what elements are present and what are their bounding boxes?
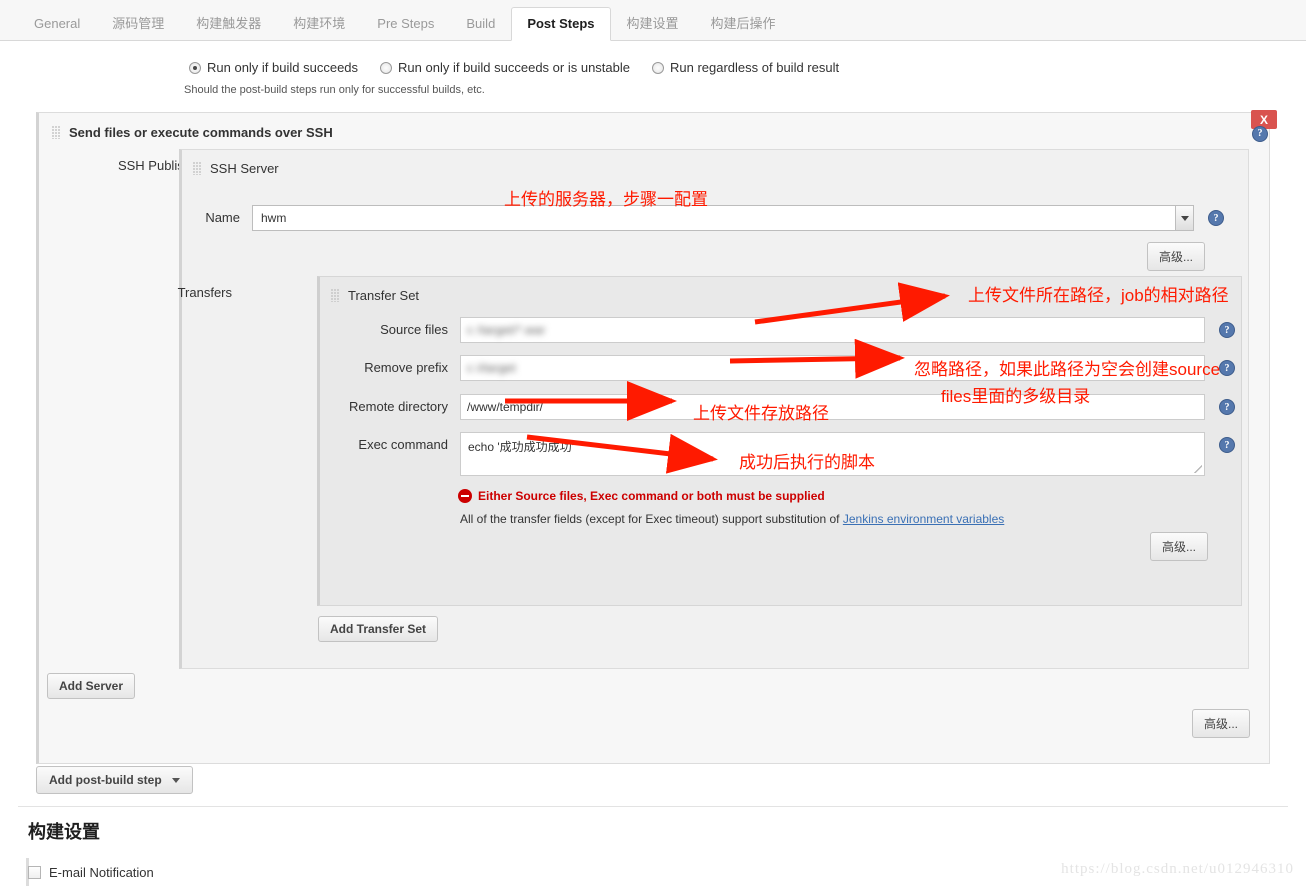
radio-label: Run only if build succeeds	[207, 60, 359, 75]
add-post-build-step-button[interactable]: Add post-build step	[36, 766, 193, 794]
tab-pre-steps[interactable]: Pre Steps	[361, 7, 450, 40]
run-condition-help-text: Should the post-build steps run only for…	[184, 84, 485, 96]
tabstrip: General 源码管理 构建触发器 构建环境 Pre Steps Build …	[18, 7, 792, 41]
tab-post-build-actions[interactable]: 构建后操作	[695, 7, 792, 40]
tab-build-settings[interactable]: 构建设置	[611, 7, 695, 40]
ssh-server-name-row: Name hwm ?	[102, 205, 1224, 231]
ssh-block-title: Send files or execute commands over SSH	[52, 125, 333, 140]
transfer-set-error: Either Source files, Exec command or bot…	[458, 489, 825, 503]
ssh-server-advanced-wrap: 高级...	[1147, 242, 1206, 271]
help-icon[interactable]: ?	[1208, 210, 1224, 226]
add-server-wrap: Add Server	[47, 673, 136, 699]
transfer-set-panel: Transfer Set Source files c /target/*.wa…	[317, 276, 1242, 606]
radio-label: Run regardless of build result	[670, 60, 840, 75]
radio-button-icon[interactable]	[380, 61, 393, 74]
source-files-label: Source files	[380, 322, 448, 337]
resize-handle-icon[interactable]	[1194, 465, 1202, 473]
email-notification-checkbox[interactable]	[28, 866, 41, 879]
help-icon[interactable]: ?	[1219, 437, 1235, 453]
transfer-set-title: Transfer Set	[331, 288, 419, 303]
tab-general[interactable]: General	[18, 7, 96, 40]
add-post-build-step-wrap: Add post-build step	[36, 766, 1270, 798]
name-label: Name	[205, 210, 240, 225]
jenkins-job-config-page: General 源码管理 构建触发器 构建环境 Pre Steps Build …	[0, 0, 1306, 886]
remote-directory-label: Remote directory	[349, 399, 448, 414]
remote-directory-row: Remote directory /www/tempdir/ ?	[310, 394, 1235, 420]
transfers-label: Transfers	[177, 285, 232, 300]
ssh-publisher-block: Send files or execute commands over SSH …	[36, 112, 1270, 764]
jenkins-env-vars-link[interactable]: Jenkins environment variables	[843, 512, 1004, 526]
ssh-server-name-value[interactable]: hwm	[252, 205, 1176, 231]
help-icon[interactable]: ?	[1219, 360, 1235, 376]
exec-command-label: Exec command	[358, 437, 448, 452]
radio-button-icon[interactable]	[189, 61, 201, 74]
remove-prefix-value: c i/target	[467, 361, 517, 375]
help-icon[interactable]: ?	[1219, 322, 1235, 338]
error-icon	[458, 489, 472, 503]
email-notification-row[interactable]: E-mail Notification	[28, 865, 154, 880]
tab-build-environment[interactable]: 构建环境	[277, 7, 361, 40]
tab-build[interactable]: Build	[450, 7, 511, 40]
chevron-down-icon[interactable]	[1176, 205, 1194, 231]
source-files-input[interactable]: c /target/*.war	[460, 317, 1205, 343]
exec-command-value: echo '成功成功成功'	[468, 440, 574, 454]
ssh-server-title-text: SSH Server	[210, 161, 279, 176]
ssh-server-title: SSH Server	[193, 161, 279, 176]
tab-source-code-management[interactable]: 源码管理	[96, 7, 180, 40]
transfer-set-error-text: Either Source files, Exec command or bot…	[478, 489, 825, 503]
exec-command-textarea[interactable]: echo '成功成功成功'	[460, 432, 1205, 476]
transfer-set-title-text: Transfer Set	[348, 288, 420, 303]
radio-button-icon[interactable]	[652, 61, 664, 74]
radio-run-if-succeeds-or-unstable[interactable]: Run only if build succeeds or is unstabl…	[380, 60, 630, 75]
source-files-row: Source files c /target/*.war ?	[310, 317, 1235, 343]
section-divider	[18, 806, 1288, 807]
ssh-block-help-icon-wrap: ?	[1252, 125, 1268, 142]
transfer-set-advanced-wrap: 高级...	[1150, 532, 1209, 561]
ssh-block-advanced-wrap: 高级...	[1192, 709, 1251, 738]
drag-handle-icon[interactable]	[52, 126, 61, 139]
watermark: https://blog.csdn.net/u012946310	[1061, 861, 1294, 877]
help-icon[interactable]: ?	[1252, 125, 1268, 142]
add-transfer-set-button[interactable]: Add Transfer Set	[318, 616, 439, 642]
remove-prefix-label: Remove prefix	[364, 360, 448, 375]
add-server-button[interactable]: Add Server	[47, 673, 136, 699]
radio-label: Run only if build succeeds or is unstabl…	[398, 60, 630, 75]
remove-prefix-row: Remove prefix c i/target ?	[310, 355, 1235, 381]
tab-post-steps[interactable]: Post Steps	[511, 7, 611, 41]
transfer-set-hint-prefix: All of the transfer fields (except for E…	[460, 512, 843, 526]
ssh-block-advanced-button[interactable]: 高级...	[1192, 709, 1251, 738]
remote-directory-input[interactable]: /www/tempdir/	[460, 394, 1205, 420]
source-files-value: c /target/*.war	[467, 323, 546, 337]
build-settings-title: 构建设置	[28, 822, 100, 842]
ssh-server-advanced-button[interactable]: 高级...	[1147, 242, 1206, 271]
drag-handle-icon[interactable]	[193, 162, 202, 175]
config-tabbar: General 源码管理 构建触发器 构建环境 Pre Steps Build …	[0, 0, 1306, 41]
tab-build-triggers[interactable]: 构建触发器	[180, 7, 277, 40]
run-condition-radio-group: Run only if build succeeds Run only if b…	[189, 60, 861, 75]
help-icon[interactable]: ?	[1219, 399, 1235, 415]
ssh-server-panel: SSH Server Name hwm ? 高级... Transfers Tr…	[178, 149, 1249, 669]
remove-prefix-input[interactable]: c i/target	[460, 355, 1205, 381]
transfer-set-advanced-button[interactable]: 高级...	[1150, 532, 1209, 561]
email-notification-label: E-mail Notification	[49, 865, 154, 880]
exec-command-row: Exec command echo '成功成功成功' ?	[310, 432, 1235, 476]
radio-run-only-if-build-succeeds[interactable]: Run only if build succeeds	[189, 60, 358, 75]
drag-handle-icon[interactable]	[331, 289, 340, 302]
transfer-set-hint: All of the transfer fields (except for E…	[460, 512, 1004, 526]
ssh-block-title-text: Send files or execute commands over SSH	[69, 125, 333, 140]
chevron-down-icon	[172, 778, 180, 784]
add-transfer-set-wrap: Add Transfer Set	[318, 616, 439, 642]
add-post-build-step-label: Add post-build step	[49, 773, 162, 787]
ssh-server-name-select[interactable]: hwm	[252, 205, 1194, 231]
radio-run-regardless[interactable]: Run regardless of build result	[652, 60, 839, 75]
